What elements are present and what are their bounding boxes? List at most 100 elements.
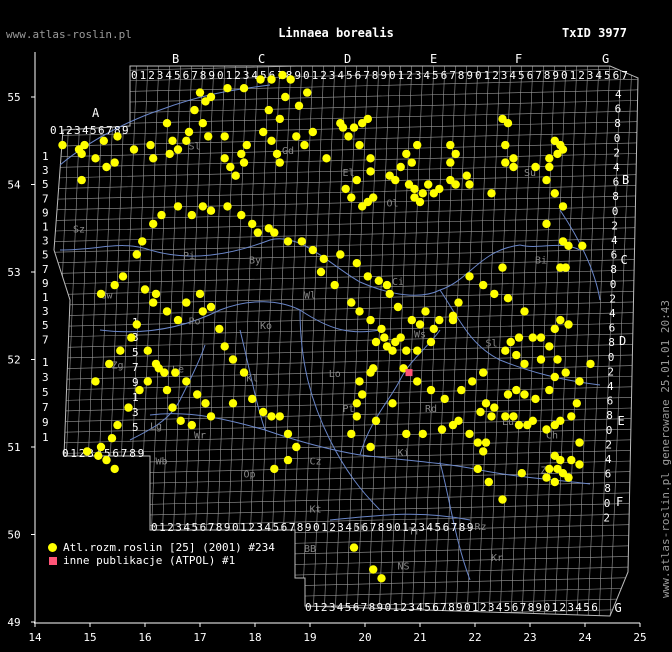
region-code-label: Ci [392,277,404,288]
record-dot [545,162,554,172]
y-tick-label: 54 [7,179,21,192]
grid-digit-right: 2 [603,511,610,524]
record-dot [509,162,518,172]
region-codes: GdElOlSuBiCiWsSlLuRdKiKtTrNSKrBBPi ByWlKo… [73,142,558,573]
grid-digit-right: 8 [606,409,613,422]
record-dot [501,346,510,355]
legend-item-atlas: Atl.rozm.roslin [25] (2001) #234 [48,541,275,554]
grid-digit-bottom: 3 [256,521,263,534]
record-dot [330,280,339,290]
record-dot [281,92,290,102]
record-dot [446,140,455,150]
grid-digit-top: 5 [346,69,353,82]
record-dot [355,307,364,316]
grid-digit-bottom: 3 [337,521,344,534]
record-dot [124,403,133,412]
grid-line-v [279,66,303,616]
grid-digit-bottom-2: 0 [385,601,392,614]
record-dot [545,342,554,351]
grid-digit-bottom: 8 [459,521,466,534]
record-dot [509,412,518,421]
record-dot [481,438,491,447]
record-dot [413,377,422,386]
grid-digit-top: 9 [552,69,559,82]
grid-digit-bottom-2: 6 [512,601,519,614]
grid-digit-top: 2 [234,69,241,82]
record-dot [407,315,416,325]
grid-digit-bottom-2: 4 [416,601,423,614]
record-dot [490,289,499,299]
record-dot [421,307,430,316]
grid-digit-bottom-3: 9 [138,447,145,460]
record-dot [132,250,141,259]
grid-digit-top: 9 [208,69,215,82]
region-code-label: By [249,255,261,266]
grid-line-h [54,492,638,507]
record-dot [77,175,86,185]
record-dot [558,145,568,154]
grid-digit-left: 1 [42,221,49,234]
record-dot [173,315,183,325]
record-dot [366,442,375,452]
grid-line-h [54,354,638,370]
region-code-label: Gd [282,146,294,157]
grid-digit-top: 1 [570,69,577,82]
grid-digit-left: 9 [42,206,49,219]
record-dot [514,420,524,430]
record-dot [413,140,422,150]
record-dot [479,447,488,456]
grid-digit-left-c: 3 [42,371,49,384]
grid-digit-top: 6 [613,69,620,82]
grid-digit-bottom: 8 [216,521,223,534]
record-dot [545,464,554,474]
region-code-label: Wr [194,430,206,441]
grid-digit-right: 2 [609,292,616,305]
grid-letter-top: C [258,52,265,66]
record-dot [374,276,383,285]
record-dot [550,136,559,145]
grid-digit-top: 6 [183,69,190,82]
grid-digit-bottom: 9 [305,521,312,534]
grid-digit-top: 9 [294,69,301,82]
record-dot [575,438,584,447]
grid-digit-top-a: 4 [82,124,89,137]
legend-item-other: inne publikacje (ATPOL) #1 [48,554,235,567]
record-dot [498,263,507,272]
grid-digit-top: 1 [226,69,233,82]
record-dot [503,294,513,303]
grid-digit-left: 9 [42,277,49,290]
grid-digit-top: 1 [484,69,491,82]
record-dot [344,132,353,141]
x-tick-label: 23 [523,631,536,644]
grid-digit-bottom-2: 0 [305,601,312,614]
record-dot [275,412,284,421]
region-code-label: Lo [329,369,341,380]
record-dot [358,390,367,399]
grid-digit-bottom-2: 7 [440,601,447,614]
record-dot [369,193,378,202]
y-tick-label: 51 [7,441,20,454]
record-dot [347,193,356,202]
grid-digit-top: 6 [355,69,362,82]
yellow-dot-icon [48,543,57,552]
record-dot [366,167,375,176]
record-dot [278,70,287,80]
region-code-label: Tr [408,527,420,538]
record-dot [151,289,161,299]
grid-digit-bottom: 1 [159,521,166,534]
record-dot [143,346,152,355]
grid-digit-bottom: 7 [289,521,296,534]
grid-digit-top: 5 [174,69,181,82]
record-dot [575,460,584,469]
record-dot [377,574,386,583]
record-dot [426,337,436,347]
record-dot [259,127,268,137]
region-code-label: Rz [474,522,486,533]
grid-line-h [54,206,638,221]
record-dot [157,210,166,220]
record-dot [426,385,436,395]
record-dot [201,399,210,408]
x-tick-label: 15 [83,631,96,644]
grid-digit-left: 1 [42,291,49,304]
grid-digit-top: 0 [561,69,568,82]
